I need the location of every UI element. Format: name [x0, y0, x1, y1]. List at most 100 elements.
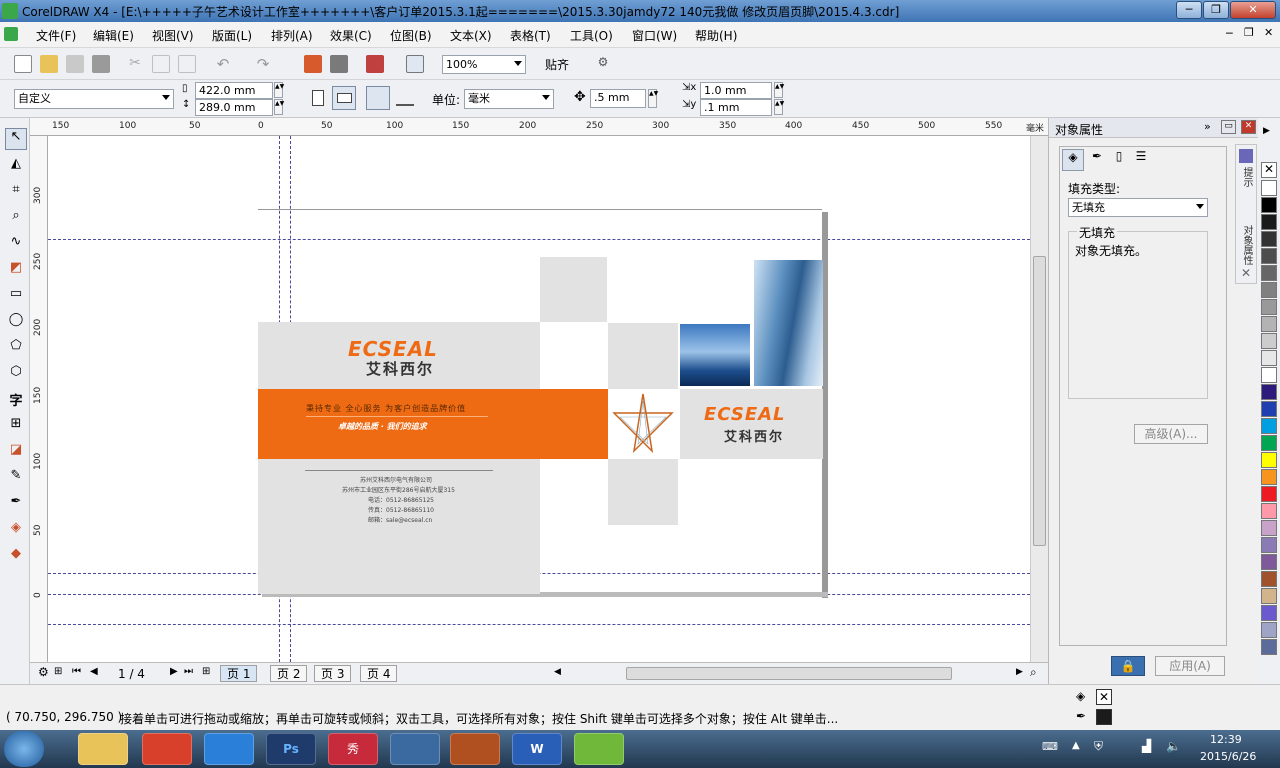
company-email[interactable]: 邮箱：sale@ecseal.cn: [368, 515, 432, 524]
general-tab-icon[interactable]: ▯: [1108, 149, 1130, 171]
doc-minimize-icon[interactable]: ─: [1226, 27, 1233, 40]
export-icon[interactable]: [330, 55, 348, 73]
color-swatch[interactable]: [1261, 214, 1277, 230]
nudge-distance-field[interactable]: .5 mm: [590, 89, 646, 108]
print-icon[interactable]: [92, 55, 110, 73]
doc-close-icon[interactable]: ✕: [1264, 26, 1273, 39]
start-button[interactable]: [4, 731, 44, 767]
new-document-icon[interactable]: [14, 55, 32, 73]
color-swatch[interactable]: [1261, 367, 1277, 383]
interactive-fill-tool-icon[interactable]: ◆: [5, 546, 27, 568]
hints-side-tab[interactable]: 提示: [1239, 167, 1254, 187]
color-swatch[interactable]: [1261, 384, 1277, 400]
duplicate-y-field[interactable]: .1 mm: [700, 99, 772, 116]
vertical-scroll-thumb[interactable]: [1033, 256, 1046, 546]
guideline[interactable]: [48, 624, 1030, 625]
security-tray-icon[interactable]: ⛨: [1094, 739, 1103, 754]
palette-scroll-up-icon[interactable]: ▶: [1263, 126, 1270, 136]
polygon-tool-icon[interactable]: ⬠: [5, 338, 27, 360]
lock-icon[interactable]: 🔒: [1111, 656, 1145, 676]
company-name[interactable]: 苏州艾科西尔电气有限公司: [360, 475, 432, 484]
color-swatch[interactable]: [1261, 571, 1277, 587]
doc-icon[interactable]: [4, 27, 18, 41]
color-swatch[interactable]: [1261, 418, 1277, 434]
page-tab-3[interactable]: 页 3: [314, 665, 352, 682]
color-swatch[interactable]: [1261, 248, 1277, 264]
summary-tab-icon[interactable]: ☰: [1130, 149, 1152, 171]
add-page-before-icon[interactable]: ⊞: [54, 666, 62, 677]
app-taskbar-icon[interactable]: [142, 733, 192, 765]
application-launcher-icon[interactable]: [366, 55, 384, 73]
company-fax[interactable]: 传真：0512-86865110: [368, 505, 434, 514]
vertical-ruler[interactable]: 300 250 200 150 100 50 0: [30, 136, 48, 662]
cut-icon[interactable]: ✂: [126, 55, 144, 73]
color-swatch[interactable]: [1261, 197, 1277, 213]
horizontal-ruler[interactable]: 150 100 50 0 50 100 150 200 250 300 350 …: [30, 118, 1048, 136]
color-swatch[interactable]: [1261, 503, 1277, 519]
clock-time[interactable]: 12:39: [1210, 733, 1242, 746]
clock-date[interactable]: 2015/6/26: [1200, 750, 1256, 763]
minimize-button[interactable]: ─: [1176, 1, 1202, 19]
page-height-spinner[interactable]: ▲▼: [274, 99, 284, 115]
snap-to-menu[interactable]: 贴齐: [545, 56, 569, 73]
back-brand-logo-cn[interactable]: 艾科西尔: [724, 426, 784, 445]
color-swatch[interactable]: [1261, 605, 1277, 621]
back-brand-logo[interactable]: ECSEAL: [704, 404, 786, 425]
page-height-field[interactable]: 289.0 mm: [195, 99, 273, 116]
color-swatch[interactable]: [1261, 639, 1277, 655]
zoom-tool-icon[interactable]: ⌕: [5, 208, 27, 230]
zoom-level-select[interactable]: 100%: [442, 55, 526, 74]
text-tool-icon[interactable]: 字: [5, 390, 27, 412]
menu-arrange[interactable]: 排列(A): [271, 27, 313, 44]
brand-logo-cn[interactable]: 艾科西尔: [366, 358, 434, 379]
color-swatch[interactable]: [1261, 452, 1277, 468]
basic-shapes-tool-icon[interactable]: ⬡: [5, 364, 27, 386]
menu-table[interactable]: 表格(T): [510, 27, 551, 44]
side-close-icon[interactable]: ✕: [1241, 266, 1251, 280]
fill-none-swatch[interactable]: ✕: [1096, 689, 1112, 705]
slogan-line2[interactable]: 卓越的品质 · 我们的追求: [338, 421, 427, 432]
page-options-icon[interactable]: ⚙: [38, 665, 49, 679]
outline-color-swatch[interactable]: [1096, 709, 1112, 725]
menu-tools[interactable]: 工具(O): [570, 27, 613, 44]
duplicate-x-spinner[interactable]: ▲▼: [774, 82, 784, 98]
color-swatch[interactable]: [1261, 180, 1277, 196]
menu-effects[interactable]: 效果(C): [330, 27, 372, 44]
close-button[interactable]: ✕: [1230, 1, 1276, 19]
color-swatch[interactable]: [1261, 469, 1277, 485]
fill-tool-icon[interactable]: ◈: [5, 520, 27, 542]
crop-tool-icon[interactable]: ⌗: [5, 182, 27, 204]
mosaic-tile[interactable]: [540, 257, 607, 322]
docker-minimize-icon[interactable]: ▭: [1221, 120, 1236, 134]
color-swatch[interactable]: [1261, 316, 1277, 332]
menu-text[interactable]: 文本(X): [450, 27, 492, 44]
horizontal-scroll-thumb[interactable]: [626, 667, 952, 680]
portrait-icon[interactable]: [312, 90, 324, 106]
network-tray-icon[interactable]: ▟: [1142, 739, 1151, 753]
fill-tab-icon[interactable]: ◈: [1062, 149, 1084, 171]
welcome-screen-icon[interactable]: [406, 55, 424, 73]
xiuxiu-taskbar-icon[interactable]: 秀: [328, 733, 378, 765]
restore-button[interactable]: ❐: [1203, 1, 1229, 19]
duplicate-y-spinner[interactable]: ▲▼: [774, 99, 784, 115]
wps-taskbar-icon[interactable]: W: [512, 733, 562, 765]
options-icon[interactable]: ⚙: [594, 55, 612, 73]
keyboard-tray-icon[interactable]: ⌨: [1042, 740, 1058, 753]
orange-band[interactable]: [258, 389, 608, 459]
prev-page-icon[interactable]: ◀: [90, 666, 98, 677]
add-page-after-icon[interactable]: ⊞: [202, 666, 210, 677]
browser-taskbar-icon[interactable]: [204, 733, 254, 765]
fill-status-icon[interactable]: ◈: [1076, 689, 1085, 703]
color-swatch[interactable]: [1261, 333, 1277, 349]
color-swatch[interactable]: [1261, 350, 1277, 366]
mosaic-tile[interactable]: [608, 323, 678, 389]
color-swatch[interactable]: [1261, 520, 1277, 536]
shape-tool-icon[interactable]: ◭: [5, 156, 27, 178]
copy-icon[interactable]: [152, 55, 170, 73]
color-swatch[interactable]: [1261, 299, 1277, 315]
outline-tab-icon[interactable]: ✒: [1086, 149, 1108, 171]
menu-file[interactable]: 文件(F): [36, 27, 76, 44]
color-swatch[interactable]: [1261, 265, 1277, 281]
landscape-button[interactable]: [332, 86, 356, 110]
import-icon[interactable]: [304, 55, 322, 73]
